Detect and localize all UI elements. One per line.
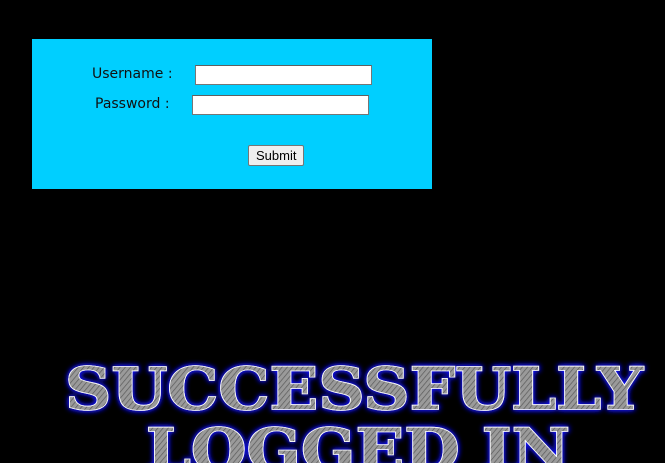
password-label: Password :	[95, 96, 170, 112]
login-form: Username : Password : Submit	[32, 39, 432, 189]
banner-line-2: LOGGED IN	[146, 416, 570, 463]
success-banner: SUCCESSFULLY LOGGED IN	[0, 348, 665, 463]
username-input[interactable]	[195, 65, 372, 85]
username-label: Username :	[92, 66, 173, 82]
success-banner-graphic: SUCCESSFULLY LOGGED IN	[64, 354, 644, 463]
submit-button[interactable]: Submit	[248, 145, 305, 166]
banner-line-1: SUCCESSFULLY	[65, 355, 644, 423]
password-input[interactable]	[192, 95, 369, 115]
